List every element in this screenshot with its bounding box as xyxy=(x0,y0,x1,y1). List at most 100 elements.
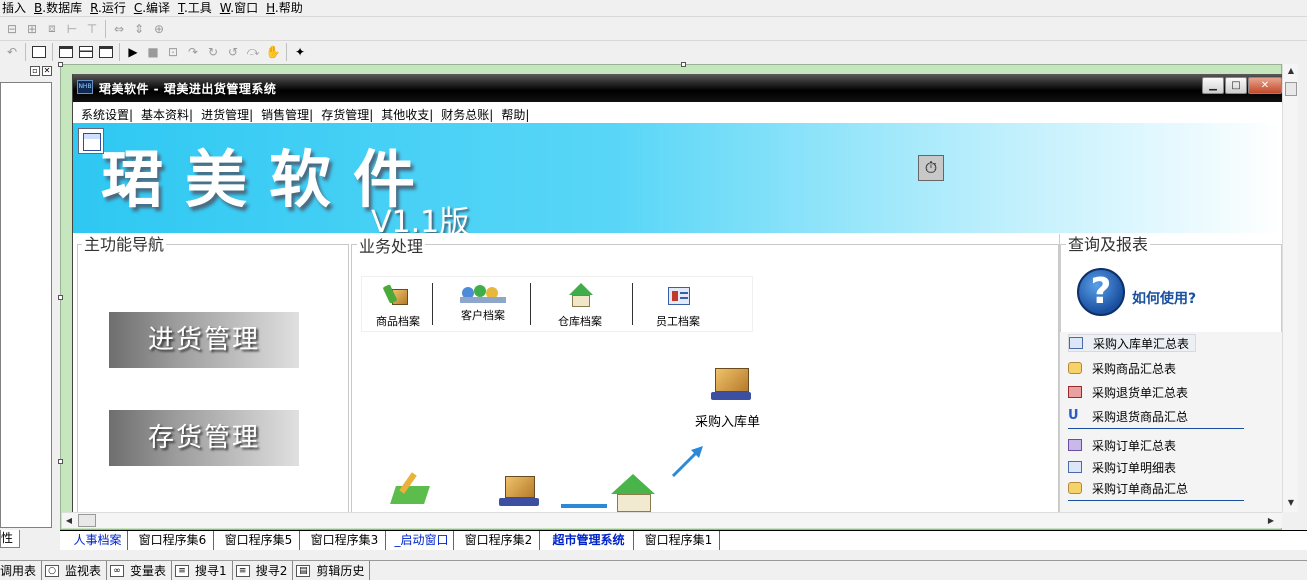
tab-startup-window[interactable]: _启动窗口 xyxy=(390,531,454,550)
report-item[interactable]: 采购订单明细表 xyxy=(1068,458,1176,476)
report-item[interactable]: 采购入库单汇总表 xyxy=(1068,334,1197,352)
customer-archive-icon xyxy=(460,283,506,305)
scroll-down-icon[interactable]: ▼ xyxy=(1286,498,1296,508)
ide-menu-tools[interactable]: T.工具 xyxy=(176,1,218,15)
breakpoint-icon[interactable]: ⤼ xyxy=(243,43,263,61)
report-item[interactable]: 采购订单商品汇总 xyxy=(1068,479,1188,497)
flow-delivery-truck-icon[interactable] xyxy=(497,472,545,512)
layout-window-icon[interactable] xyxy=(56,43,76,61)
vertical-scroll-thumb[interactable] xyxy=(1285,82,1297,96)
left-dock-pane[interactable] xyxy=(0,82,52,528)
report-item[interactable]: U 采购退货商品汇总 xyxy=(1068,407,1188,425)
menu-sales[interactable]: 销售管理| xyxy=(261,107,313,123)
tab-variable-table[interactable]: ∞ 变量表 xyxy=(107,561,173,580)
report-item[interactable]: 采购订单汇总表 xyxy=(1068,436,1176,454)
help-question-icon[interactable]: ? xyxy=(1077,268,1125,316)
step-out-icon[interactable]: ↻ xyxy=(203,43,223,61)
magnifier-icon: ○ xyxy=(45,564,60,577)
customer-archive-button[interactable]: 客户档案 xyxy=(448,283,518,331)
ide-menu-database[interactable]: B.数据库 xyxy=(32,1,88,15)
resize-handle[interactable] xyxy=(681,62,686,67)
run-icon[interactable]: ▶ xyxy=(123,43,143,61)
how-to-use-link[interactable]: 如何使用? xyxy=(1132,288,1196,308)
ide-menu-insert[interactable]: 插入 xyxy=(0,1,32,15)
resize-handle[interactable] xyxy=(58,295,63,300)
flow-order-sign-icon[interactable] xyxy=(375,470,449,512)
layout-split-icon[interactable] xyxy=(76,43,96,61)
tab-personnel-archive[interactable]: 人事档案 xyxy=(68,531,128,550)
ide-menu-window[interactable]: W.窗口 xyxy=(218,1,264,15)
table-icon xyxy=(1069,337,1083,349)
app-title-bar[interactable]: NHB 珺美软件 - 珺美进出货管理系统 ▁ □ ✕ xyxy=(73,74,1282,102)
center-in-form-icon[interactable]: ⊕ xyxy=(149,20,169,38)
align-center-icon[interactable]: ⊞ xyxy=(22,20,42,38)
hand-icon[interactable]: ✋ xyxy=(263,43,283,61)
menu-inventory[interactable]: 存货管理| xyxy=(321,107,373,123)
step-into-icon[interactable]: ⊡ xyxy=(163,43,183,61)
horizontal-scroll-thumb[interactable] xyxy=(78,514,96,527)
layout-panel-icon[interactable] xyxy=(96,43,116,61)
menu-system-settings[interactable]: 系统设置| xyxy=(81,107,133,123)
tab-supermarket-system[interactable]: 超市管理系统 xyxy=(544,531,634,550)
left-dock-tab[interactable]: 性 xyxy=(0,530,20,548)
menu-ledger[interactable]: 财务总账| xyxy=(441,107,493,123)
same-width-icon[interactable]: ⊢ xyxy=(62,20,82,38)
business-group-title: 业务处理 xyxy=(357,237,426,256)
warehouse-archive-button[interactable]: 仓库档案 xyxy=(550,283,610,331)
dock-close-icon[interactable]: ✕ xyxy=(42,66,52,76)
nav-group-title: 主功能导航 xyxy=(82,235,167,254)
menu-help[interactable]: 帮助| xyxy=(501,107,529,123)
ide-menu-bar: 插入 B.数据库 R.运行 C.编译 T.工具 W.窗口 H.帮助 xyxy=(0,0,1307,16)
scroll-left-icon[interactable]: ◀ xyxy=(64,516,74,526)
tab-window-set-2[interactable]: 窗口程序集2 xyxy=(458,531,540,550)
close-button[interactable]: ✕ xyxy=(1248,77,1282,94)
resize-handle[interactable] xyxy=(58,62,63,67)
tab-call-table[interactable]: 调用表 xyxy=(0,561,43,580)
minimize-button[interactable]: ▁ xyxy=(1202,77,1224,94)
timer-icon[interactable]: ⏱ xyxy=(918,155,944,181)
tab-clip-history[interactable]: ▤ 剪辑历史 xyxy=(293,561,371,580)
tab-window-set-3[interactable]: 窗口程序集3 xyxy=(304,531,386,550)
form-icon[interactable] xyxy=(78,128,104,154)
scroll-right-icon[interactable]: ▶ xyxy=(1266,516,1276,526)
tab-search-2[interactable]: ≡ 搜寻2 xyxy=(233,561,294,580)
tab-watch-table[interactable]: ○ 监视表 xyxy=(42,561,108,580)
employee-archive-button[interactable]: 员工档案 xyxy=(648,283,708,331)
properties-icon[interactable] xyxy=(29,43,49,61)
maximize-button[interactable]: □ xyxy=(1225,77,1247,94)
inventory-management-button[interactable]: 存货管理 xyxy=(109,410,299,466)
step-over-icon[interactable]: ↷ xyxy=(183,43,203,61)
tab-window-set-1[interactable]: 窗口程序集1 xyxy=(638,531,720,550)
space-horizontal-icon[interactable]: ⇔ xyxy=(109,20,129,38)
tab-window-set-6[interactable]: 窗口程序集6 xyxy=(132,531,214,550)
report-item[interactable]: 采购退货单汇总表 xyxy=(1068,383,1188,401)
find-users-icon[interactable]: ✦ xyxy=(290,43,310,61)
same-height-icon[interactable]: ⊤ xyxy=(82,20,102,38)
product-archive-button[interactable]: 商品档案 xyxy=(370,283,426,331)
menu-basic-data[interactable]: 基本资料| xyxy=(141,107,193,123)
designer-vertical-scrollbar[interactable]: ▲ ▼ xyxy=(1282,64,1298,512)
tab-window-set-5[interactable]: 窗口程序集5 xyxy=(218,531,300,550)
search-doc-icon: ≡ xyxy=(175,564,190,577)
align-left-icon[interactable]: ⊟ xyxy=(2,20,22,38)
space-vertical-icon[interactable]: ⇕ xyxy=(129,20,149,38)
run-to-cursor-icon[interactable]: ↺ xyxy=(223,43,243,61)
report-item[interactable]: 采购商品汇总表 xyxy=(1068,359,1176,377)
ide-menu-run[interactable]: R.运行 xyxy=(88,1,132,15)
resize-handle[interactable] xyxy=(58,459,63,464)
align-right-icon[interactable]: ⧈ xyxy=(42,20,62,38)
undo-icon[interactable]: ↶ xyxy=(2,43,22,61)
purchase-receipt-truck-icon[interactable] xyxy=(709,364,759,406)
dock-pin-icon[interactable]: ▫ xyxy=(30,66,40,76)
menu-other-income-expense[interactable]: 其他收支| xyxy=(381,107,433,123)
ide-menu-help[interactable]: H.帮助 xyxy=(264,1,309,15)
tab-search-1[interactable]: ≡ 搜寻1 xyxy=(172,561,233,580)
designer-horizontal-scrollbar[interactable]: ◀ ▶ xyxy=(62,512,1282,528)
product-archive-icon xyxy=(382,284,410,307)
purchase-management-button[interactable]: 进货管理 xyxy=(109,312,299,368)
stop-icon[interactable]: ■ xyxy=(143,43,163,61)
ide-menu-compile[interactable]: C.编译 xyxy=(132,1,176,15)
purchase-receipt-label[interactable]: 采购入库单 xyxy=(695,411,760,430)
menu-purchase[interactable]: 进货管理| xyxy=(201,107,253,123)
scroll-up-icon[interactable]: ▲ xyxy=(1286,66,1296,76)
